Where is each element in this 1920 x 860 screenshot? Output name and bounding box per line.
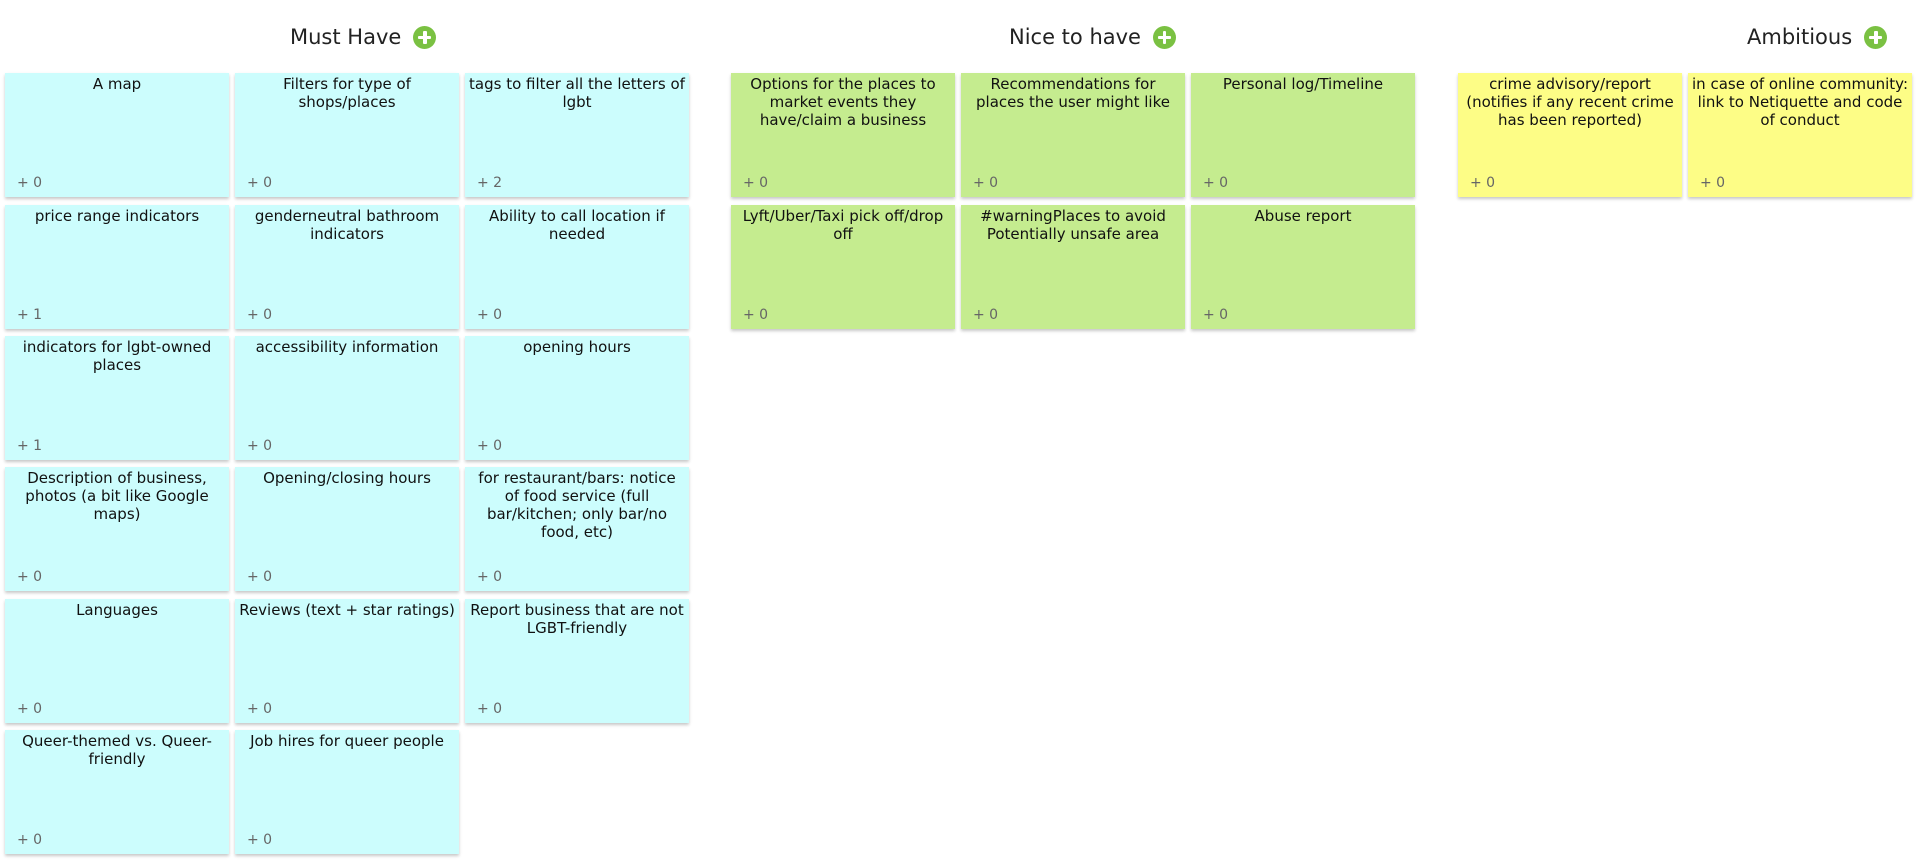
sticky-note[interactable]: Personal log/Timeline + 0	[1191, 73, 1415, 197]
vote-count[interactable]: + 0	[1203, 307, 1228, 323]
note-text: Abuse report	[1254, 207, 1352, 225]
vote-count[interactable]: + 0	[1700, 175, 1725, 191]
vote-count[interactable]: + 0	[17, 175, 42, 191]
note-text: price range indicators	[34, 207, 200, 225]
sticky-note[interactable]: opening hours + 0	[465, 336, 689, 460]
sticky-note[interactable]: Queer-themed vs. Queer-friendly + 0	[5, 730, 229, 854]
vote-count[interactable]: + 0	[743, 175, 768, 191]
note-text: Languages	[76, 601, 158, 619]
vote-count[interactable]: + 0	[247, 175, 272, 191]
note-text: Description of business, photos (a bit l…	[25, 469, 209, 523]
sticky-note[interactable]: Filters for type of shops/places + 0	[235, 73, 459, 197]
sticky-note[interactable]: Recommendations for places the user migh…	[961, 73, 1185, 197]
vote-count[interactable]: + 0	[477, 438, 502, 454]
vote-count[interactable]: + 0	[17, 832, 42, 848]
note-text: Personal log/Timeline	[1222, 75, 1384, 93]
vote-count[interactable]: + 0	[247, 832, 272, 848]
note-text: A map	[92, 75, 142, 93]
note-text: Options for the places to market events …	[750, 75, 936, 129]
note-text: tags to filter all the letters of lgbt	[469, 75, 685, 111]
sticky-note[interactable]: price range indicators + 1	[5, 205, 229, 329]
sticky-note[interactable]: A map + 0	[5, 73, 229, 197]
sticky-note[interactable]: Reviews (text + star ratings) + 0	[235, 599, 459, 723]
sticky-note[interactable]: in case of online community: link to Net…	[1688, 73, 1912, 197]
vote-count[interactable]: + 0	[973, 175, 998, 191]
sticky-note[interactable]: genderneutral bathroom indicators + 0	[235, 205, 459, 329]
note-text: accessibility information	[255, 338, 439, 356]
sticky-note[interactable]: crime advisory/report (notifies if any r…	[1458, 73, 1682, 197]
note-text: for restaurant/bars: notice of food serv…	[478, 469, 676, 541]
sticky-note[interactable]: indicators for lgbt-owned places + 1	[5, 336, 229, 460]
vote-count[interactable]: + 0	[477, 569, 502, 585]
sticky-note[interactable]: tags to filter all the letters of lgbt +…	[465, 73, 689, 197]
column-title: Must Have	[290, 25, 402, 49]
note-text: opening hours	[523, 338, 631, 356]
vote-count[interactable]: + 0	[477, 307, 502, 323]
note-text: Lyft/Uber/Taxi pick off/drop off	[742, 207, 944, 243]
note-text: crime advisory/report (notifies if any r…	[1466, 75, 1674, 129]
vote-count[interactable]: + 0	[247, 307, 272, 323]
sticky-note[interactable]: Description of business, photos (a bit l…	[5, 467, 229, 591]
vote-count[interactable]: + 0	[247, 569, 272, 585]
vote-count[interactable]: + 0	[247, 701, 272, 717]
vote-count[interactable]: + 0	[1203, 175, 1228, 191]
sticky-note[interactable]: Report business that are not LGBT-friend…	[465, 599, 689, 723]
column-header-must-have: Must Have	[290, 22, 437, 52]
sticky-note[interactable]: Opening/closing hours + 0	[235, 467, 459, 591]
note-text: Opening/closing hours	[263, 469, 431, 487]
note-text: Filters for type of shops/places	[283, 75, 411, 111]
plus-circle-icon[interactable]	[413, 25, 437, 49]
vote-count[interactable]: + 0	[17, 701, 42, 717]
plus-circle-icon[interactable]	[1864, 25, 1888, 49]
column-header-ambitious: Ambitious	[1747, 22, 1888, 52]
note-text: genderneutral bathroom indicators	[254, 207, 440, 243]
note-text: in case of online community: link to Net…	[1692, 75, 1908, 129]
plus-circle-icon[interactable]	[1152, 25, 1176, 49]
vote-count[interactable]: + 1	[17, 307, 42, 323]
vote-count[interactable]: + 0	[1470, 175, 1495, 191]
vote-count[interactable]: + 1	[17, 438, 42, 454]
note-text: Queer-themed vs. Queer-friendly	[22, 732, 212, 768]
sticky-note[interactable]: Ability to call location if needed + 0	[465, 205, 689, 329]
sticky-note[interactable]: for restaurant/bars: notice of food serv…	[465, 467, 689, 591]
note-text: indicators for lgbt-owned places	[22, 338, 212, 374]
note-text: Report business that are not LGBT-friend…	[470, 601, 684, 637]
note-text: Job hires for queer people	[250, 732, 444, 750]
column-header-nice-to-have: Nice to have	[1009, 22, 1176, 52]
vote-count[interactable]: + 0	[743, 307, 768, 323]
vote-count[interactable]: + 0	[247, 438, 272, 454]
sticky-note[interactable]: Languages + 0	[5, 599, 229, 723]
note-text: Reviews (text + star ratings)	[239, 601, 455, 619]
sticky-note[interactable]: Lyft/Uber/Taxi pick off/drop off + 0	[731, 205, 955, 329]
vote-count[interactable]: + 2	[477, 175, 502, 191]
vote-count[interactable]: + 0	[17, 569, 42, 585]
note-text: #warningPlaces to avoid Potentially unsa…	[980, 207, 1166, 243]
sticky-note[interactable]: Job hires for queer people + 0	[235, 730, 459, 854]
sticky-note[interactable]: #warningPlaces to avoid Potentially unsa…	[961, 205, 1185, 329]
note-text: Recommendations for places the user migh…	[976, 75, 1170, 111]
sticky-note[interactable]: accessibility information + 0	[235, 336, 459, 460]
vote-count[interactable]: + 0	[973, 307, 998, 323]
vote-count[interactable]: + 0	[477, 701, 502, 717]
sticky-note[interactable]: Abuse report + 0	[1191, 205, 1415, 329]
column-title: Ambitious	[1747, 25, 1853, 49]
note-text: Ability to call location if needed	[489, 207, 665, 243]
sticky-note[interactable]: Options for the places to market events …	[731, 73, 955, 197]
column-title: Nice to have	[1009, 25, 1141, 49]
